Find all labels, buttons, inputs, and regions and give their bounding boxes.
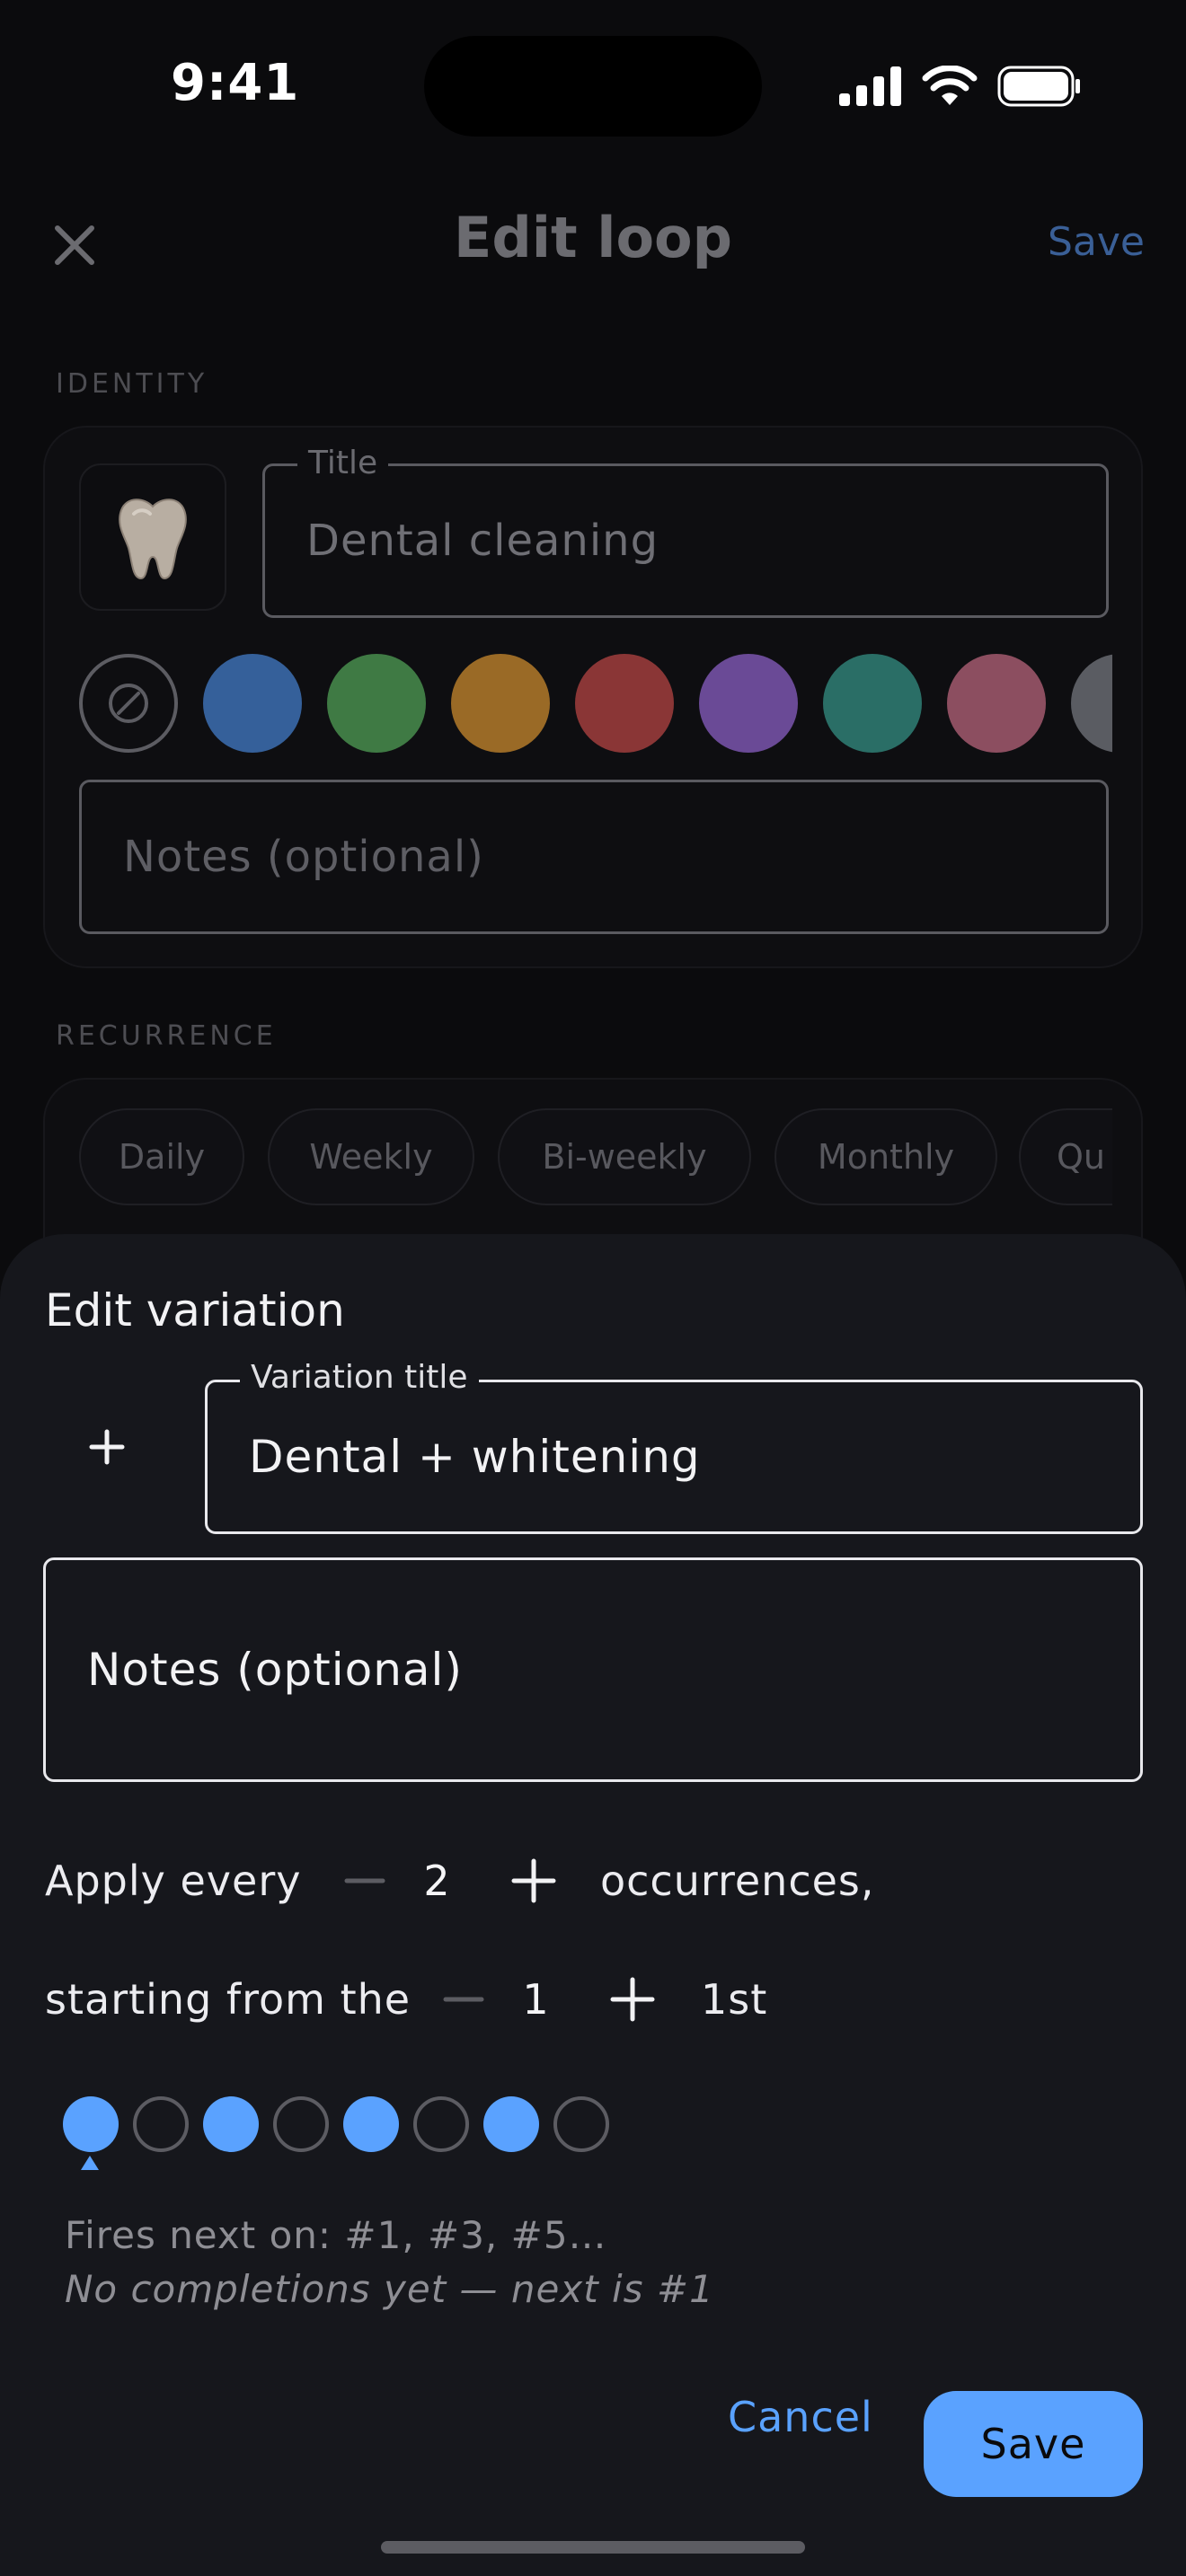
variation-title-label: Variation title [240, 1359, 479, 1396]
chip-bi-weekly[interactable]: Bi-weekly [498, 1108, 751, 1205]
battery-icon [997, 66, 1080, 107]
apply-increment-plus-icon[interactable] [507, 1854, 561, 1908]
start-ordinal: 1st [701, 1975, 768, 2024]
chip-daily[interactable]: Daily [79, 1108, 244, 1205]
apply-every-suffix: occurrences, [600, 1857, 875, 1905]
variation-notes-field[interactable]: Notes (optional) [43, 1557, 1143, 1782]
color-swatch-green[interactable] [327, 654, 426, 753]
variation-title-value: Dental + whitening [249, 1431, 701, 1483]
chip-weekly[interactable]: Weekly [268, 1108, 474, 1205]
variation-notes-placeholder: Notes (optional) [87, 1644, 463, 1696]
home-indicator[interactable] [381, 2541, 805, 2554]
color-swatch-blue[interactable] [203, 654, 302, 753]
chip-quarterly[interactable]: Qu [1019, 1108, 1112, 1205]
variation-title-field[interactable]: Variation title Dental + whitening [205, 1359, 1143, 1534]
notes-placeholder: Notes (optional) [123, 832, 484, 882]
fires-next-text: Fires next on: #1, #3, #5… [65, 2213, 607, 2257]
color-swatch-orange[interactable] [451, 654, 550, 753]
starting-from-row: starting from the 1 1st [45, 1963, 1123, 2035]
identity-card: Title Dental cleaning Notes (optional) [43, 426, 1143, 968]
occurrence-dot-active [483, 2096, 539, 2152]
emoji-picker-button[interactable] [79, 463, 226, 611]
title-field-label: Title [297, 445, 389, 481]
cancel-button[interactable]: Cancel [728, 2393, 873, 2441]
screen: 9:41 Edit loop Save IDENTITY Title Denta… [0, 0, 1186, 2576]
dynamic-island [424, 36, 762, 137]
cellular-signal-icon [839, 66, 901, 106]
status-icons [839, 66, 1082, 107]
occurrence-dot-inactive [273, 2096, 329, 2152]
apply-decrement-minus-icon[interactable] [338, 1854, 392, 1908]
loop-notes-field[interactable]: Notes (optional) [79, 780, 1109, 934]
occurrence-dot-active [63, 2096, 119, 2152]
apply-every-row: Apply every 2 occurrences, [45, 1845, 1123, 1917]
color-swatch-red[interactable] [575, 654, 674, 753]
occurrence-dot-inactive [553, 2096, 609, 2152]
status-bar: 9:41 [0, 0, 1186, 171]
nav-bar: Edit loop Save [0, 180, 1186, 305]
occurrence-dot-active [343, 2096, 399, 2152]
start-count-value: 1 [522, 1975, 549, 2024]
title-field-value: Dental cleaning [306, 516, 659, 566]
section-label-identity: IDENTITY [56, 368, 208, 400]
color-swatch-purple[interactable] [699, 654, 798, 753]
color-swatch-row [79, 652, 1112, 756]
sheet-title: Edit variation [45, 1284, 345, 1337]
start-increment-plus-icon[interactable] [606, 1972, 659, 2026]
page-title: Edit loop [453, 205, 733, 270]
status-time: 9:41 [171, 54, 300, 112]
tooth-icon [119, 498, 187, 580]
color-swatch-gray[interactable] [1071, 654, 1112, 753]
current-occurrence-marker [81, 2156, 99, 2170]
start-decrement-minus-icon[interactable] [437, 1972, 491, 2026]
color-swatch-pink[interactable] [947, 654, 1046, 753]
wifi-icon [922, 66, 978, 105]
plus-icon[interactable] [81, 1421, 133, 1473]
save-loop-button[interactable]: Save [1048, 219, 1145, 265]
color-swatch-teal[interactable] [823, 654, 922, 753]
background-page: 9:41 Edit loop Save IDENTITY Title Denta… [0, 0, 1186, 1347]
save-variation-button[interactable]: Save [924, 2391, 1143, 2497]
occurrence-dot-inactive [133, 2096, 189, 2152]
apply-every-label: Apply every [45, 1857, 302, 1905]
edit-variation-sheet: Edit variation Variation title Dental + … [0, 1234, 1186, 2576]
completion-hint-text: No completions yet — next is #1 [65, 2267, 714, 2311]
no-color-icon [109, 684, 148, 723]
loop-title-field[interactable]: Title Dental cleaning [262, 445, 1109, 618]
occurrence-dot-active [203, 2096, 259, 2152]
apply-count-value: 2 [423, 1857, 450, 1905]
no-color-swatch[interactable] [79, 654, 178, 753]
recurrence-chip-row: Daily Weekly Bi-weekly Monthly Qu [79, 1108, 1112, 1209]
starting-from-label: starting from the [45, 1975, 412, 2024]
occurrence-pattern [63, 2091, 692, 2163]
section-label-recurrence: RECURRENCE [56, 1020, 277, 1052]
occurrence-dot-inactive [413, 2096, 469, 2152]
chip-monthly[interactable]: Monthly [774, 1108, 997, 1205]
